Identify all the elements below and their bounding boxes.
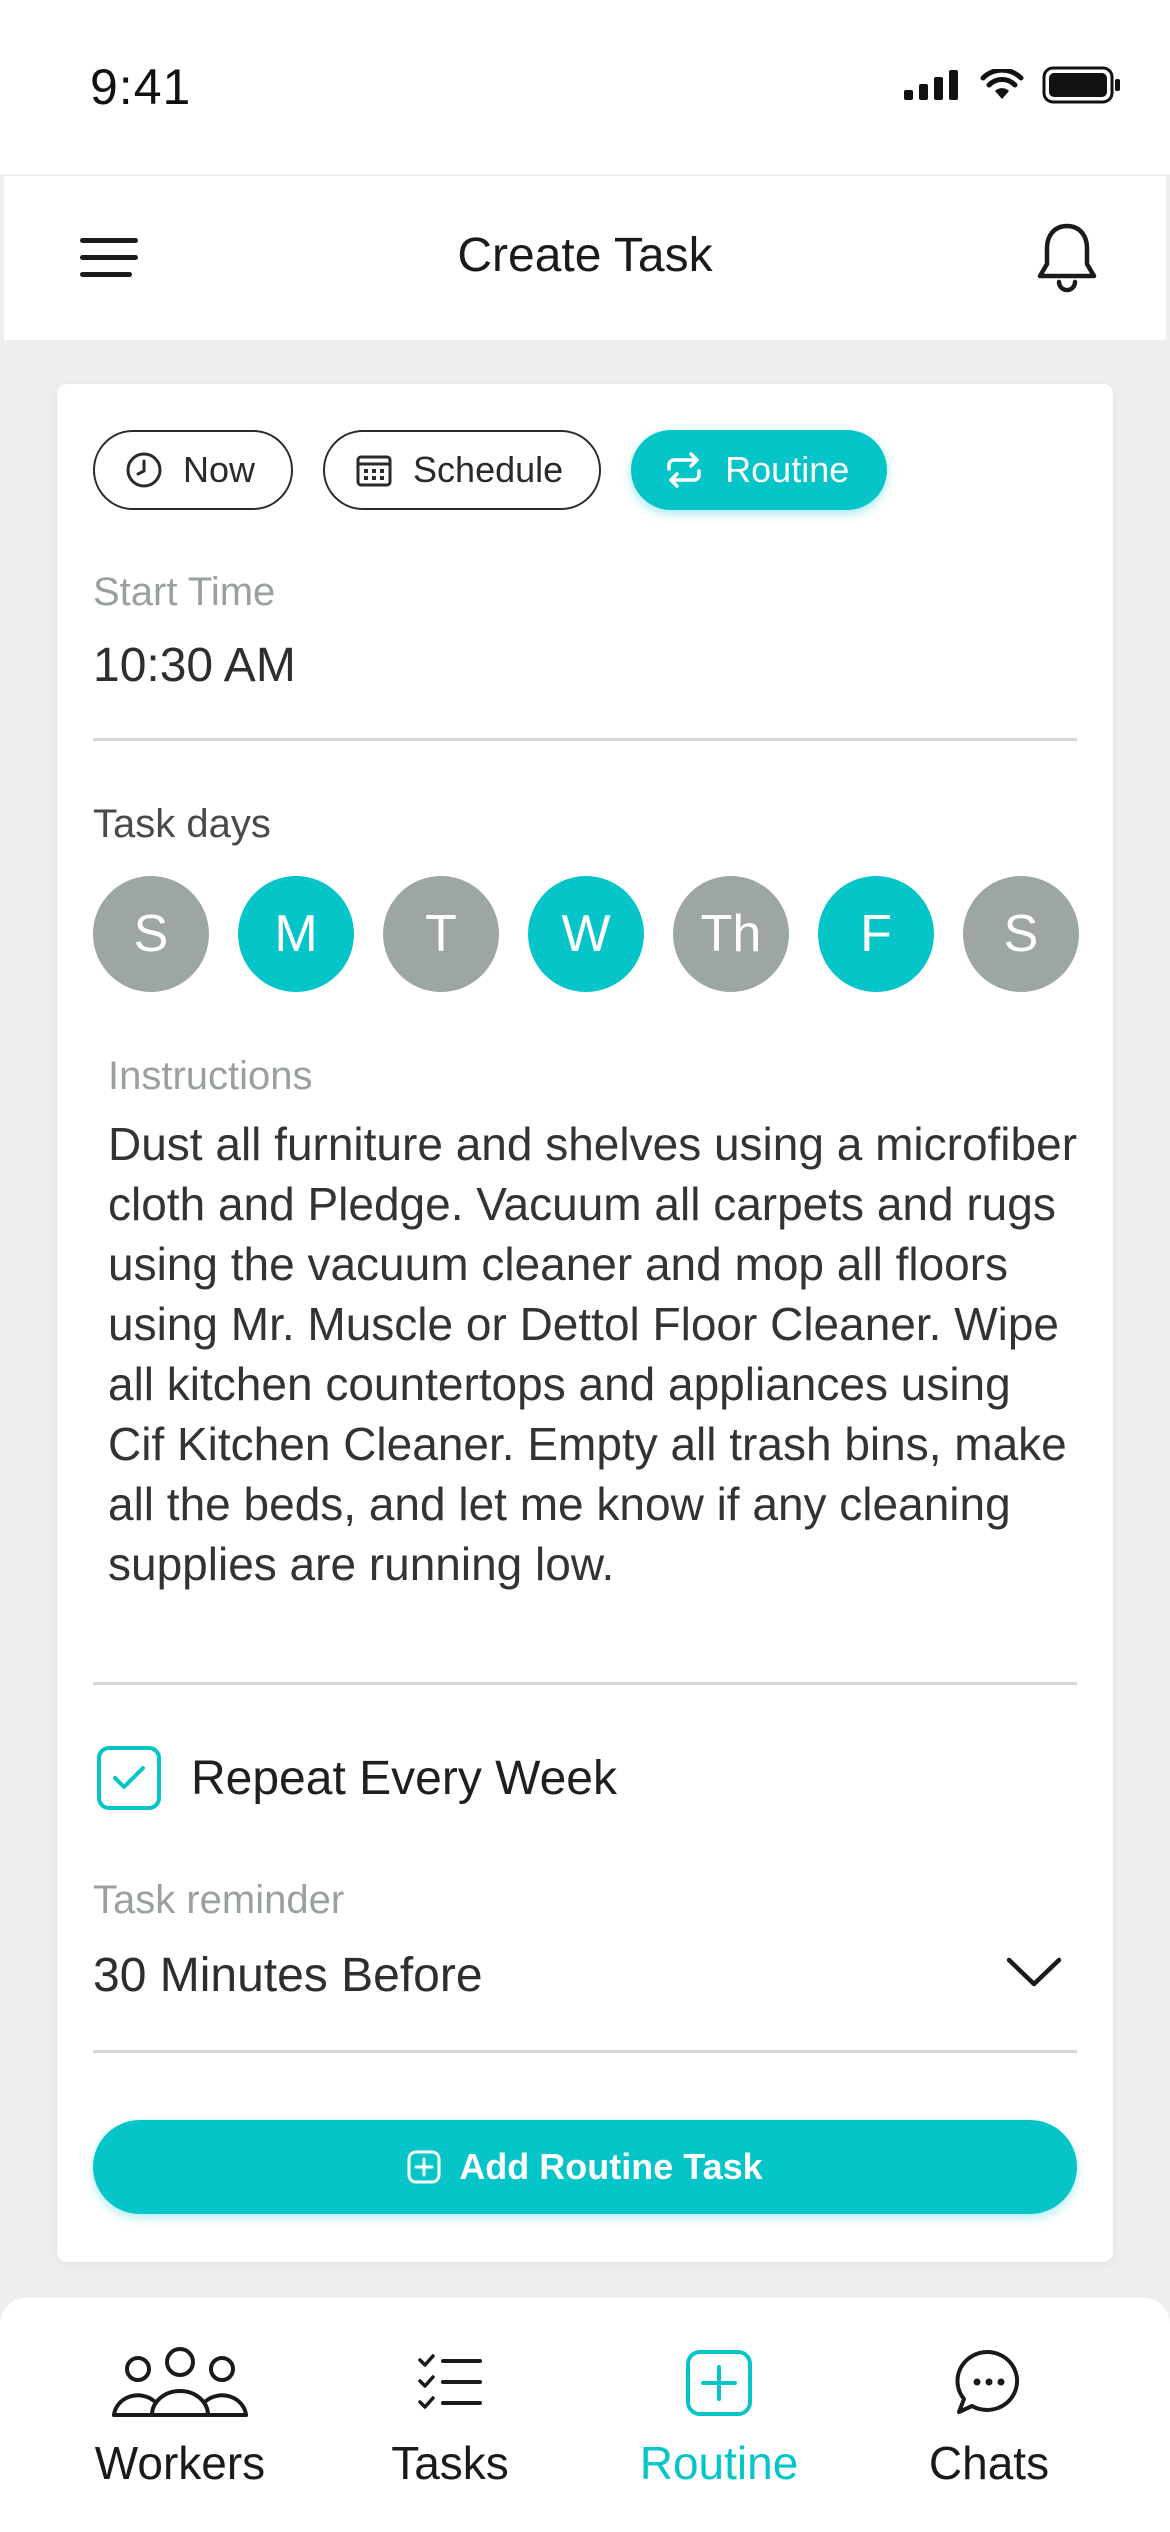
users-icon [112,2347,248,2417]
day-friday[interactable]: F [818,876,934,992]
plus-square-icon [407,2150,441,2184]
add-routine-task-label: Add Routine Task [459,2146,763,2187]
start-time-field[interactable]: 10:30 AM [93,638,296,693]
divider [93,2050,1077,2053]
nav-workers[interactable]: Workers [80,2338,280,2490]
chat-bubble-icon [955,2349,1020,2414]
nav-routine-label: Routine [639,2437,799,2489]
bottom-nav: Workers Tasks Routine Chats [0,2298,1170,2532]
tab-now-label: Now [183,449,256,490]
app-header: Create Task [4,176,1166,340]
page-title: Create Task [457,229,713,282]
tab-routine-label: Routine [725,449,850,490]
reminder-select[interactable]: 30 Minutes Before [93,1944,1077,2044]
status-time: 9:41 [90,59,192,115]
start-time-label: Start Time [93,570,276,614]
battery-icon [1042,66,1120,104]
nav-workers-label: Workers [94,2437,266,2489]
day-sunday[interactable]: S [93,876,209,992]
status-bar: 9:41 [0,0,1170,174]
repeat-icon [667,452,701,488]
nav-tasks-label: Tasks [391,2437,509,2489]
tab-schedule[interactable]: Schedule [323,430,602,510]
tab-routine[interactable]: Routine [631,430,888,510]
notification-bell-icon[interactable] [1036,220,1098,299]
tab-now[interactable]: Now [93,430,294,510]
task-days-label: Task days [93,802,271,846]
day-saturday[interactable]: S [963,876,1079,992]
wifi-icon [980,69,1024,99]
status-icons [904,66,1122,104]
day-monday[interactable]: M [238,876,354,992]
nav-tasks[interactable]: Tasks [350,2338,550,2490]
checkmark-icon [113,1766,145,1789]
checklist-icon [418,2354,482,2409]
nav-chats-label: Chats [928,2437,1050,2489]
task-days-picker: S M T W Th F S [93,876,1079,992]
signal-icon [904,70,958,100]
task-mode-tabs: Now Schedule Routine [93,430,888,510]
repeat-checkbox[interactable] [97,1746,161,1810]
reminder-label: Task reminder [93,1878,345,1922]
repeat-label: Repeat Every Week [191,1751,617,1805]
day-thursday[interactable]: Th [673,876,789,992]
add-routine-task-button[interactable]: Add Routine Task [93,2120,1077,2214]
divider [93,738,1077,741]
nav-routine[interactable]: Routine [619,2338,819,2490]
reminder-value: 30 Minutes Before [93,1949,483,2002]
plus-square-icon [686,2350,752,2416]
calendar-icon [356,455,392,487]
day-tuesday[interactable]: T [383,876,499,992]
instructions-textarea[interactable]: Dust all furniture and shelves using a m… [108,1114,1078,1594]
repeat-weekly-toggle[interactable]: Repeat Every Week [97,1746,617,1810]
day-wednesday[interactable]: W [528,876,644,992]
create-task-card: Now Schedule Routine Start Time 10:30 AM… [57,384,1113,2262]
nav-chats[interactable]: Chats [889,2338,1089,2490]
instructions-label: Instructions [108,1054,313,1098]
tab-schedule-label: Schedule [413,449,564,490]
clock-icon [126,452,162,488]
chevron-down-icon [1006,1957,1062,1987]
divider [93,1682,1077,1685]
